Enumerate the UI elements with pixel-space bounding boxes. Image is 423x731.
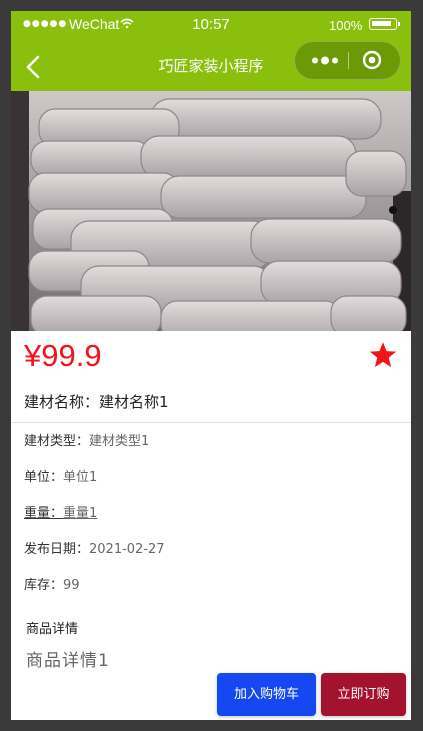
attr-weight: 重量：重量1 [24,505,97,523]
star-icon[interactable] [368,341,398,369]
attr-label: 建材类型： [24,434,90,449]
battery-icon [369,18,400,30]
buy-now-button[interactable]: 立即订购 [321,673,406,716]
status-bar: ●●●●● WeChat 10:57 100% [11,11,411,39]
attr-label: 发布日期： [24,542,90,557]
divider [11,422,411,423]
capsule-divider [348,52,349,69]
phone-screen: ●●●●● WeChat 10:57 100% 巧匠家装小程序 ¥99.9 建材… [11,11,411,720]
attr-stock: 库存：99 [24,577,80,595]
detail-content: 商品详情1 [26,651,110,671]
target-close-icon[interactable] [362,50,382,70]
product-name-value: 建材名称1 [99,393,169,411]
product-name-label: 建材名称： [24,393,100,411]
product-name-row: 建材名称：建材名称1 [24,392,169,412]
add-to-cart-button[interactable]: 加入购物车 [217,673,316,716]
more-dots-icon[interactable] [307,42,343,79]
carousel-indicator[interactable] [389,206,397,214]
attr-unit: 单位：单位1 [24,469,97,487]
attr-value: 建材类型1 [89,434,150,449]
product-image[interactable] [11,91,411,331]
detail-heading: 商品详情 [26,622,79,637]
attr-value: 99 [63,578,80,593]
attr-value: 重量1 [63,506,98,521]
battery-percent: 100% [329,18,363,33]
attr-label: 库存： [24,578,64,593]
attr-label: 重量： [24,506,64,521]
app-header: ●●●●● WeChat 10:57 100% 巧匠家装小程序 [11,11,411,91]
mini-program-capsule [294,41,401,80]
attr-label: 单位： [24,470,64,485]
attr-type: 建材类型：建材类型1 [24,433,149,451]
product-price: ¥99.9 [24,338,102,373]
attr-date: 发布日期：2021-02-27 [24,541,165,559]
attr-value: 2021-02-27 [89,542,165,557]
attr-value: 单位1 [63,470,98,485]
